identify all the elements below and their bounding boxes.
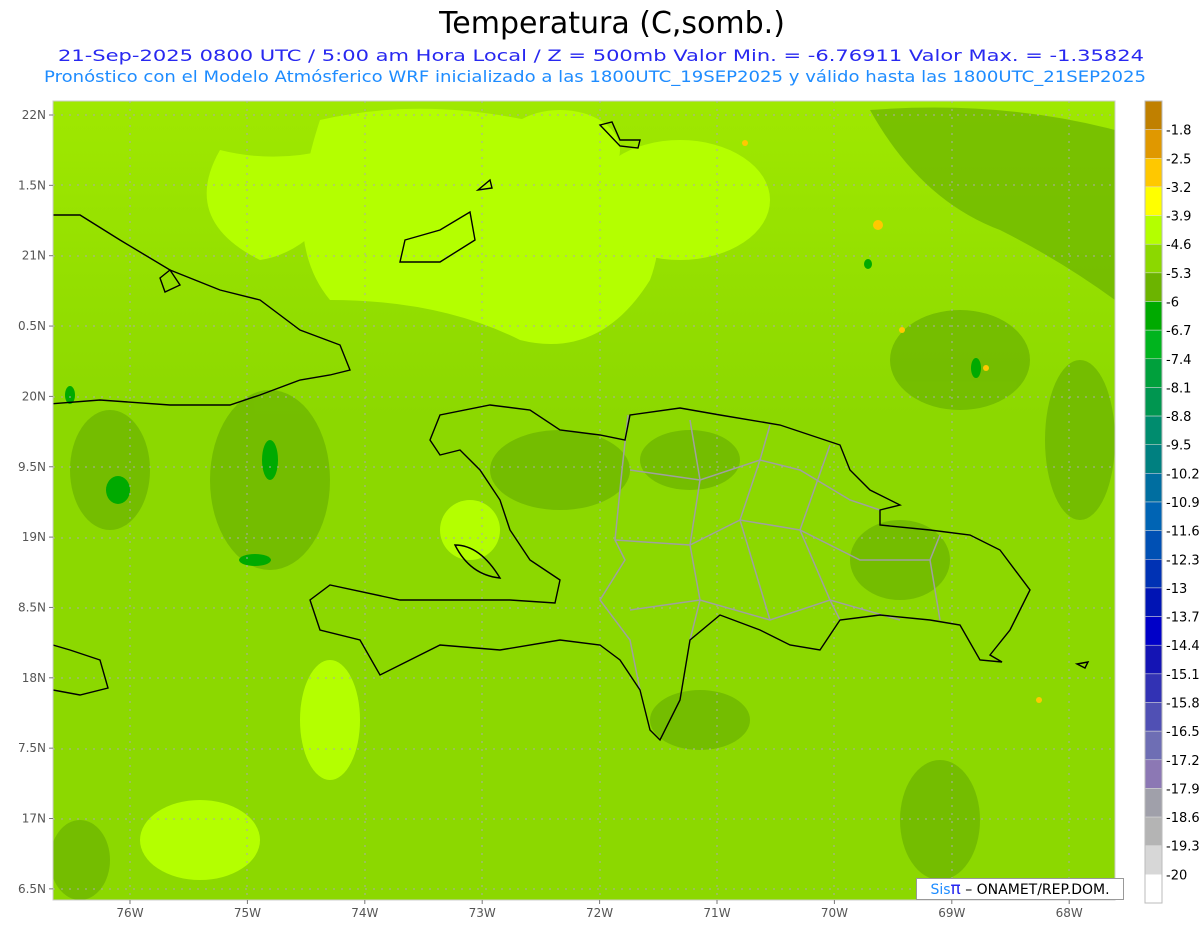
lat-label: 17N: [22, 812, 46, 826]
map-plot-area: [52, 100, 1116, 901]
lat-label: 22N: [22, 108, 46, 122]
colorbar-swatch: [1144, 358, 1163, 388]
lon-label: 75W: [234, 906, 261, 920]
colorbar-swatch: [1144, 501, 1163, 531]
colorbar-swatch: [1144, 644, 1163, 675]
colorbar-swatch: [1144, 186, 1163, 216]
credit-pi: π: [950, 879, 961, 899]
colorbar-swatch: [1144, 559, 1163, 589]
lon-label: 74W: [351, 906, 378, 920]
credit-text: – ONAMET/REP.DOM.: [960, 882, 1110, 898]
colorbar-label: -8.1: [1166, 381, 1191, 396]
colorbar-swatch: [1144, 530, 1163, 560]
colorbar: -1.8 -2.5 -3.2 -3.9 -4.6 -5.3 -6 -6.7 -7.4 -8.1 -8…: [1144, 100, 1200, 904]
colorbar-label: -11.6: [1166, 525, 1200, 540]
colorbar-label: -10.9: [1166, 496, 1200, 511]
lon-label: 73W: [469, 906, 496, 920]
colorbar-swatch: [1144, 100, 1163, 130]
colorbar-swatch: [1144, 730, 1163, 761]
colorbar-swatch: [1144, 129, 1163, 159]
colorbar-label: -20: [1166, 868, 1187, 883]
colorbar-label: -17.9: [1166, 782, 1200, 797]
colorbar-label: -4.6: [1166, 238, 1191, 253]
colorbar-swatch: [1144, 616, 1163, 646]
colorbar-label: -1.8: [1166, 124, 1191, 139]
lat-label: 20N: [22, 389, 46, 403]
colorbar-swatch: [1144, 816, 1163, 846]
lon-label: 70W: [821, 906, 848, 920]
lat-label: 8.5N: [18, 600, 46, 614]
colorbar-label: -15.8: [1166, 697, 1200, 712]
colorbar-label: -13.7: [1166, 611, 1200, 626]
colorbar-label: -9.5: [1166, 439, 1191, 454]
colorbar-label: -3.2: [1166, 181, 1191, 196]
colorbar-swatch: [1144, 158, 1163, 188]
colorbar-label: -17.2: [1166, 754, 1200, 769]
colorbar-label: -8.8: [1166, 410, 1191, 425]
colorbar-swatch: [1144, 243, 1163, 274]
colorbar-swatch: [1144, 473, 1163, 503]
colorbar-swatch: [1144, 387, 1163, 417]
colorbar-swatch: [1144, 845, 1163, 875]
colorbar-label: -2.5: [1166, 152, 1191, 167]
colorbar-swatch: [1144, 272, 1163, 302]
lat-label: 0.5N: [18, 319, 46, 333]
colorbar-swatch: [1144, 415, 1163, 445]
colorbar-swatch: [1144, 702, 1163, 732]
colorbar-swatch: [1144, 444, 1163, 474]
subtitle-date-values: 21-Sep-2025 0800 UTC / 5:00 am Hora Loca…: [58, 46, 1144, 65]
colorbar-label: -6: [1166, 296, 1179, 311]
credit-sis: Sis: [930, 882, 951, 898]
longitude-labels: 76W 75W 74W 73W 72W 71W 70W 69W 68W: [116, 900, 1083, 920]
lat-label: 18N: [22, 671, 46, 685]
lat-label: 21N: [22, 249, 46, 263]
lat-label: 7.5N: [18, 741, 46, 755]
subtitle-model-info: Pronóstico con el Modelo Atmósferico WRF…: [44, 67, 1146, 87]
colorbar-swatch: [1144, 301, 1163, 331]
colorbar-swatch: [1144, 215, 1163, 245]
lon-label: 71W: [703, 906, 730, 920]
colorbar-label: -16.5: [1166, 725, 1200, 740]
colorbar-swatch: [1144, 673, 1163, 703]
colorbar-label: -13: [1166, 582, 1187, 597]
lon-label: 72W: [586, 906, 613, 920]
credit-box: Sisπ – ONAMET/REP.DOM.: [916, 878, 1124, 900]
colorbar-swatch: [1144, 587, 1163, 617]
colorbar-label: -7.4: [1166, 353, 1191, 368]
colorbar-label: -5.3: [1166, 267, 1191, 282]
lat-label: 9.5N: [18, 460, 46, 474]
colorbar-label: -14.4: [1166, 639, 1200, 654]
lon-label: 68W: [1056, 906, 1083, 920]
colorbar-label: -19.3: [1166, 840, 1200, 855]
figure-title: Temperatura (C,somb.): [438, 6, 785, 41]
colorbar-swatch: [1144, 788, 1163, 818]
latitude-labels: 22N 1.5N 21N 0.5N 20N 9.5N 19N 8.5N 18N 7.5N 17N 6.…: [18, 108, 53, 896]
colorbar-label: -6.7: [1166, 324, 1191, 339]
colorbar-label: -12.3: [1166, 553, 1200, 568]
colorbar-label: -10.2: [1166, 467, 1200, 482]
colorbar-swatch: [1144, 874, 1163, 904]
colorbar-swatch: [1144, 759, 1163, 789]
lon-label: 76W: [116, 906, 143, 920]
lat-label: 19N: [22, 530, 46, 544]
lat-label: 1.5N: [18, 178, 46, 192]
colorbar-label: -3.9: [1166, 210, 1191, 225]
lat-label: 6.5N: [18, 882, 46, 896]
colorbar-label: -18.6: [1166, 811, 1200, 826]
colorbar-label: -15.1: [1166, 668, 1200, 683]
map-figure: Temperatura (C,somb.) 21-Sep-2025 0800 U…: [18, 6, 1200, 920]
colorbar-swatch: [1144, 329, 1163, 360]
lon-label: 69W: [938, 906, 965, 920]
